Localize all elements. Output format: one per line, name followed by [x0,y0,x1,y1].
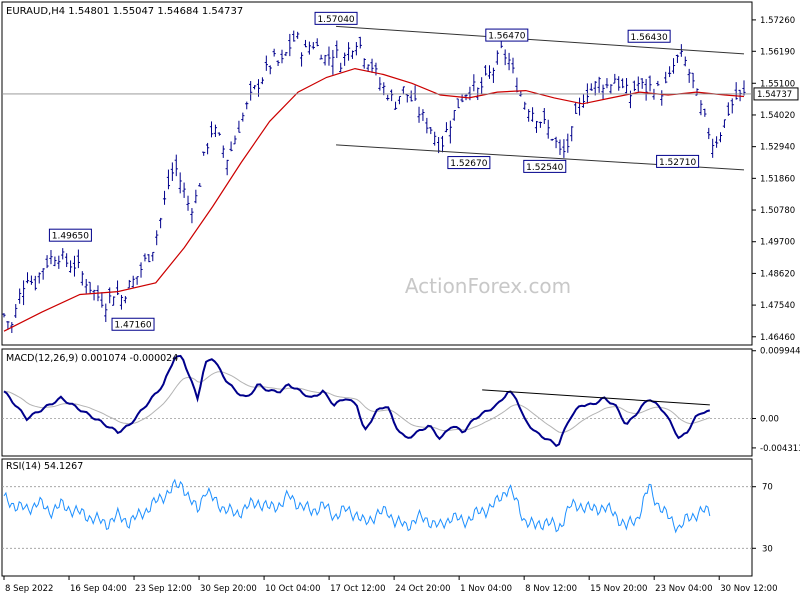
x-tick-label: 23 Sep 12:00 [135,584,192,594]
x-tick-label: 8 Sep 2022 [5,584,53,594]
current-price-tag-text: 1.54737 [757,90,792,100]
y-tick-label: 1.47540 [760,301,795,311]
x-tick-label: 24 Oct 20:00 [395,584,450,594]
chart-canvas: 1.57040 1.56470 1.56430 1.49650 1.47160 1.526… [1,1,800,594]
y-tick-label: 1.48620 [760,269,795,279]
watermark: ActionForex.com [405,274,571,298]
price-label: 1.56430 [631,33,668,43]
rsi-indicator-label: RSI(14) 54.1267 [6,461,83,472]
price-label: 1.49650 [52,232,89,242]
y-tick-label: 1.52940 [760,143,795,153]
x-tick-label: 1 Nov 04:00 [460,584,512,594]
y-tick-label: 1.49700 [760,238,795,248]
price-label: 1.47160 [114,321,151,331]
price-label: 1.56470 [488,32,525,42]
price-label: 1.52670 [450,159,487,169]
y-tick-label: 1.46460 [760,333,795,343]
rsi-y-tick-label: 70 [762,483,773,493]
x-tick-label: 23 Nov 04:00 [655,584,712,594]
price-header: EURAUD,H4 1.54801 1.55047 1.54684 1.5473… [6,6,243,17]
macd-panel [1,348,753,457]
macd-y-tick-label: -0.004313 [760,444,800,454]
rsi-y-tick-label: 30 [762,544,773,554]
chart-window: 1.57040 1.56470 1.56430 1.49650 1.47160 1.526… [0,0,800,600]
x-tick-label: 8 Nov 12:00 [525,584,577,594]
x-tick-label: 30 Nov 12:00 [720,584,777,594]
main-panel [1,1,753,346]
macd-y-tick-label: 0.00 [760,415,779,425]
x-tick-label: 15 Nov 20:00 [590,584,647,594]
y-tick-label: 1.50780 [760,206,795,216]
y-tick-label: 1.54020 [760,111,795,121]
x-tick-label: 16 Sep 04:00 [70,584,127,594]
macd-indicator-label: MACD(12,26,9) 0.001074 -0.000024 [6,353,178,364]
x-tick-label: 10 Oct 04:00 [265,584,320,594]
x-tick-label: 30 Sep 20:00 [200,584,257,594]
price-label: 1.57040 [317,15,354,25]
price-label: 1.52710 [659,158,696,168]
y-tick-label: 1.56190 [760,47,795,57]
y-tick-label: 1.57260 [760,16,795,26]
macd-y-tick-label: 0.009944 [760,347,800,357]
x-tick-label: 17 Oct 12:00 [330,584,385,594]
price-label: 1.52540 [526,163,563,173]
y-tick-label: 1.51860 [760,174,795,184]
